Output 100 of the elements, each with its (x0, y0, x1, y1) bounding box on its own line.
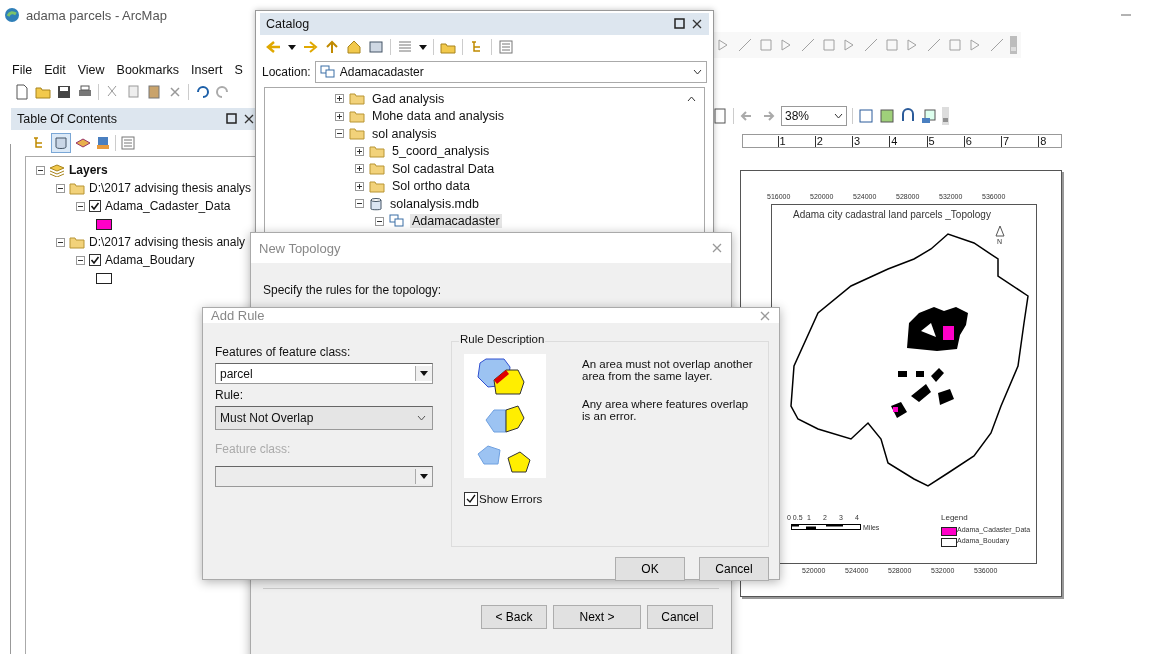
location-field[interactable]: Adamacadaster (314, 61, 707, 83)
close-icon[interactable] (243, 113, 255, 125)
folder-icon (69, 235, 85, 249)
legend-title: Legend (941, 513, 968, 522)
window-title: adama parcels - ArcMap (26, 7, 167, 23)
folder-path[interactable]: D:\2017 advising thesis analys (89, 181, 252, 195)
back-arrow-icon[interactable] (266, 39, 282, 55)
folder-icon (349, 92, 365, 106)
collapse-icon[interactable] (335, 129, 344, 139)
maximize-icon[interactable] (226, 113, 237, 124)
toolbar-options-icon[interactable] (942, 107, 949, 125)
redo-icon[interactable] (215, 84, 231, 100)
data-frame-name[interactable]: Layers (69, 163, 108, 177)
collapse-icon[interactable] (375, 216, 384, 226)
dialog-title: Add Rule (211, 308, 265, 323)
app-logo-icon (4, 7, 20, 23)
menu-item[interactable]: File (12, 63, 33, 77)
menu-item[interactable]: View (77, 63, 105, 77)
rule-dropdown[interactable]: Must Not Overlap (215, 406, 433, 430)
maximize-icon[interactable] (674, 18, 685, 29)
menu-item[interactable]: Insert (191, 63, 223, 77)
location-value: Adamacadaster (339, 65, 424, 79)
checkbox[interactable] (89, 200, 101, 212)
show-errors-checkbox[interactable]: Show Errors (464, 492, 546, 506)
database-icon (369, 196, 383, 211)
wizard-button[interactable]: Next > (553, 605, 641, 629)
grid-view-icon[interactable] (397, 39, 413, 55)
menu-item[interactable]: Edit (44, 63, 66, 77)
copy-icon[interactable] (125, 84, 141, 100)
caret-icon[interactable] (420, 371, 428, 376)
field-label: Feature class: (215, 442, 292, 456)
home-icon[interactable] (346, 39, 362, 55)
folder-icon (369, 144, 385, 158)
collapse-icon[interactable] (355, 199, 364, 209)
caret-icon[interactable] (288, 44, 296, 50)
caret-icon[interactable] (834, 113, 843, 119)
folder-icon (369, 179, 385, 193)
database-icon[interactable] (368, 39, 384, 55)
wizard-button[interactable]: Cancel (647, 605, 713, 629)
collapse-icon[interactable] (36, 165, 45, 175)
data-driven-pages-icon[interactable] (921, 108, 937, 124)
folder-path[interactable]: D:\2017 advising thesis analy (89, 235, 246, 249)
scroll-up-icon (687, 96, 696, 102)
catalog-item[interactable]: sol analysis (370, 126, 439, 141)
menu-item[interactable]: Bookmarks (116, 63, 180, 77)
layer-name[interactable]: Adama_Cadaster_Data (105, 199, 231, 213)
wizard-button[interactable]: < Back (481, 605, 547, 629)
zoom-whole-page-icon[interactable] (712, 108, 728, 124)
catalog-item[interactable]: Sol ortho data (390, 179, 472, 194)
checkbox[interactable] (89, 254, 101, 266)
field-label: Rule: (215, 388, 244, 402)
up-arrow-icon[interactable] (324, 39, 340, 55)
paste-icon[interactable] (146, 84, 162, 100)
folder-icon (349, 127, 365, 141)
collapse-icon[interactable] (76, 255, 85, 265)
database-icon[interactable] (51, 133, 71, 153)
dialog-button[interactable]: OK (615, 557, 685, 581)
change-layout-icon[interactable] (900, 108, 916, 124)
caret-icon[interactable] (419, 44, 427, 50)
open-folder-icon[interactable] (35, 84, 51, 100)
page-icon[interactable] (858, 108, 874, 124)
expand-icon[interactable] (335, 111, 344, 121)
source-icon[interactable] (95, 135, 111, 151)
expand-icon[interactable] (355, 146, 364, 156)
undo-icon[interactable] (194, 84, 210, 100)
dataset-icon (319, 65, 336, 79)
expand-icon[interactable] (335, 94, 344, 104)
forward-arrow-icon[interactable] (302, 39, 318, 55)
caret-icon[interactable] (420, 474, 428, 479)
options-icon[interactable] (120, 135, 136, 151)
caret-icon[interactable] (693, 69, 702, 75)
pane-title: Catalog (266, 17, 310, 31)
collapse-icon[interactable] (76, 201, 85, 211)
folder-icon (69, 181, 85, 195)
location-label: Location: (262, 65, 311, 79)
layer-name[interactable]: Adama_Boudary (105, 253, 195, 267)
expand-icon[interactable] (355, 164, 364, 174)
catalog-item[interactable]: Mohe data and analysis (370, 109, 507, 124)
menu-item[interactable]: S (234, 63, 243, 77)
new-file-icon[interactable] (14, 84, 30, 100)
options-icon[interactable] (498, 39, 514, 55)
catalog-item[interactable]: solanalysis.mdb (388, 196, 481, 211)
folder-icon (349, 109, 365, 123)
horizontal-ruler: 1 2 3 4 5 6 7 8 (742, 134, 1062, 148)
collapse-icon[interactable] (56, 237, 65, 247)
catalog-item[interactable]: Gad analysis (370, 91, 447, 106)
map-page-icon[interactable] (879, 108, 895, 124)
zoom-percent-field[interactable]: 38% (781, 106, 847, 126)
catalog-item[interactable]: Sol cadastral Data (390, 161, 497, 176)
save-icon[interactable] (56, 84, 72, 100)
catalog-item[interactable]: 5_coord_analysis (390, 144, 492, 159)
close-icon[interactable] (691, 18, 703, 30)
feature-class-dropdown[interactable]: parcel (215, 363, 433, 384)
group-title: Rule Description (459, 333, 546, 345)
catalog-item[interactable]: Adamacadaster (410, 214, 502, 229)
collapse-icon[interactable] (56, 183, 65, 193)
feature-class-dropdown[interactable] (215, 466, 433, 487)
dialog-button[interactable]: Cancel (699, 557, 769, 581)
folder-icon (369, 162, 385, 176)
expand-icon[interactable] (355, 181, 364, 191)
